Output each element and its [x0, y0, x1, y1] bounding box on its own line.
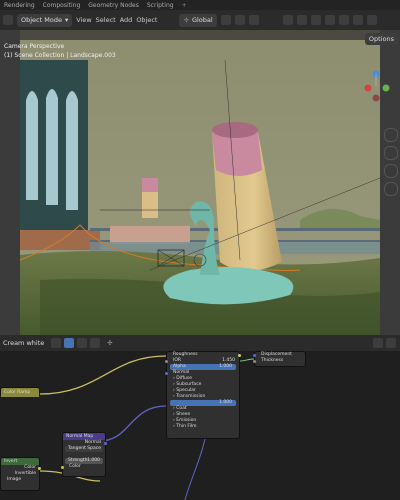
camera-label: Camera Perspective [4, 43, 65, 50]
node-editor-header: Cream white ✢ [0, 335, 400, 351]
menu-object[interactable]: Object [136, 16, 157, 24]
normal-map-color: Color [61, 464, 105, 470]
mode-selector-label: Object Mode [21, 16, 62, 24]
chevron-down-icon: ▾ [64, 16, 69, 24]
color-ramp-node-title: Color Ramp [1, 388, 39, 397]
workspace-tab-scripting[interactable]: Scripting [147, 2, 174, 9]
visibility-icon[interactable] [282, 15, 293, 25]
editor-type-icon[interactable] [3, 15, 13, 25]
hand-pan-icon[interactable] [384, 146, 398, 160]
pivot-icon[interactable] [220, 15, 231, 25]
gizmo-toggle-icon[interactable] [296, 15, 307, 25]
zoom-icon[interactable] [384, 128, 398, 142]
viewport-header: Object Mode ▾ View Select Add Object ⊹ G… [0, 10, 400, 30]
transform-orientation-selector[interactable]: ⊹ Global [179, 13, 217, 27]
snapping-icon[interactable] [386, 338, 396, 348]
principled-bsdf-node[interactable]: Roughness IOR 1.450 Alpha 1.000 Normal › D… [165, 351, 241, 439]
workspace-tab-bar: Rendering Compositing Geometry Nodes Scr… [0, 0, 400, 10]
invert-node[interactable]: Invert Color Invertible Image [0, 457, 41, 491]
output-row-thickness: Thickness [253, 358, 305, 364]
snap-icon[interactable] [234, 15, 245, 25]
invert-row-image: Image [7, 477, 22, 482]
pin-icon[interactable]: ✢ [107, 339, 112, 347]
bsdf-row-thin-film[interactable]: › Thin Film [167, 424, 239, 430]
3d-viewport[interactable]: Camera Perspective (1) Scene Collection … [0, 30, 400, 335]
overlay-toggle-icon[interactable] [310, 15, 321, 25]
menu-view[interactable]: View [76, 16, 91, 24]
workspace-tab-rendering[interactable]: Rendering [4, 2, 35, 9]
menu-add[interactable]: Add [120, 16, 133, 24]
shading-solid-icon[interactable] [338, 15, 349, 25]
color-ramp-node[interactable]: Color Ramp [0, 387, 40, 397]
material-output-node[interactable]: Displacement Thickness [253, 351, 306, 367]
proportional-editing-icon[interactable] [248, 15, 259, 25]
shield-icon[interactable] [51, 338, 62, 348]
orientation-icon: ⊹ [183, 16, 189, 24]
material-name[interactable]: Cream white [3, 339, 44, 347]
xray-toggle-icon[interactable] [324, 15, 335, 25]
normal-map-node-title: Normal Map [63, 433, 105, 440]
mode-selector[interactable]: Object Mode ▾ [17, 13, 73, 27]
transform-orientation-label: Global [191, 16, 213, 24]
shading-rendered-icon[interactable] [366, 15, 377, 25]
normal-map-node[interactable]: Normal Map Normal Tangent Space Strength… [61, 432, 107, 477]
collection-label: (1) Scene Collection | Landscape.003 [4, 52, 116, 59]
grid-icon[interactable] [384, 182, 398, 196]
camera-view-icon[interactable] [384, 164, 398, 178]
delete-icon[interactable] [90, 338, 101, 348]
viewport-side-buttons [384, 128, 398, 196]
sidebar-toggle-icon[interactable] [373, 338, 383, 348]
options-button[interactable]: Options [364, 33, 398, 45]
invert-node-title: Invert [1, 458, 39, 465]
node-editor-canvas[interactable]: Color Ramp Roughness IOR 1.450 Alpha 1.000… [0, 351, 400, 500]
duplicate-icon[interactable] [77, 338, 88, 348]
menu-select[interactable]: Select [96, 16, 116, 24]
scene-render [0, 30, 400, 335]
workspace-tab-geometry-nodes[interactable]: Geometry Nodes [88, 2, 139, 9]
navigation-gizmo[interactable] [364, 66, 394, 106]
shading-material-icon[interactable] [352, 15, 363, 25]
material-slot-icon[interactable] [64, 338, 75, 348]
add-workspace-icon[interactable]: + [182, 2, 187, 9]
workspace-tab-compositing[interactable]: Compositing [43, 2, 81, 9]
